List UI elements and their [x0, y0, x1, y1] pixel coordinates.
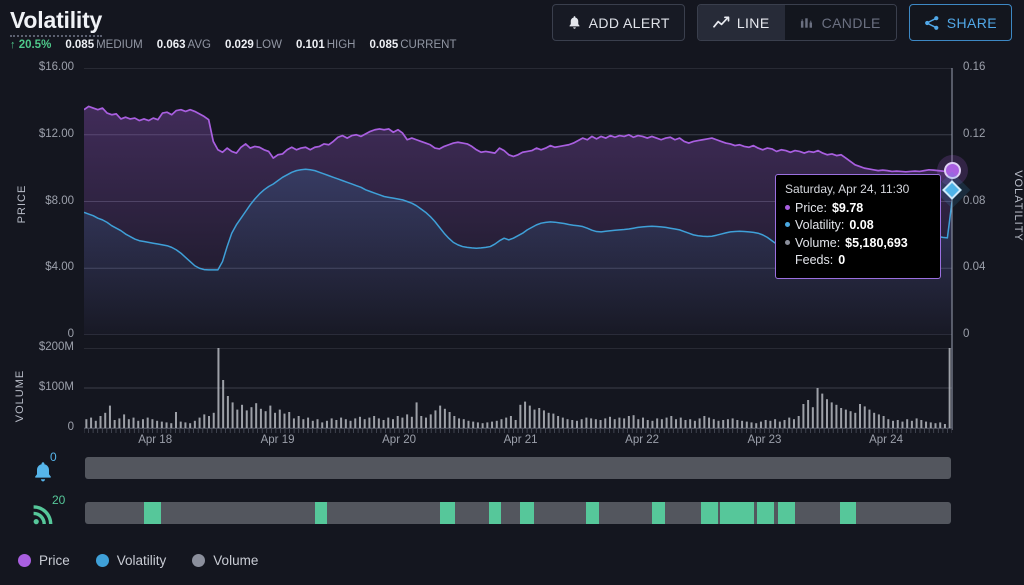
candle-chart-label: CANDLE — [821, 14, 881, 31]
legend-color-dot — [192, 554, 206, 567]
bell-icon — [567, 15, 582, 31]
x-axis-ruler — [84, 428, 952, 433]
tooltip-row: Price: $9.78 — [785, 200, 931, 218]
chart-type-toggle: LINE CANDLE — [696, 4, 897, 41]
feed-marker[interactable] — [777, 502, 796, 524]
feed-marker[interactable] — [143, 502, 162, 524]
feed-marker[interactable] — [519, 502, 535, 524]
title-block: Volatility — [10, 6, 102, 37]
feed-marker[interactable] — [757, 502, 775, 524]
tooltip-series-dot — [785, 239, 790, 245]
alerts-strip-row: 0 — [0, 450, 951, 486]
feeds-count-badge: 20 — [52, 493, 66, 507]
feed-marker[interactable] — [719, 502, 755, 524]
share-icon — [924, 15, 940, 31]
tooltip-row: Volatility: 0.08 — [785, 217, 931, 235]
tooltip-series-dot — [785, 222, 790, 227]
feeds-strip-icon-wrap[interactable]: 20 — [0, 493, 65, 531]
feeds-strip-row: 20 — [0, 493, 951, 531]
feed-marker[interactable] — [652, 502, 666, 524]
alerts-count-badge: 0 — [50, 450, 57, 464]
feed-marker[interactable] — [840, 502, 856, 524]
candle-chart-icon — [800, 16, 815, 30]
add-alert-label: ADD ALERT — [588, 14, 670, 31]
chart-legend: Price Volatility Volume — [18, 553, 258, 568]
tooltip-date: Saturday, Apr 24, 11:30 — [785, 182, 910, 196]
share-button[interactable]: SHARE — [908, 4, 1012, 41]
tooltip-rows: Price: $9.78 Volatility: 0.08 Volume: $5,180,… — [785, 200, 931, 270]
alerts-timeline-strip[interactable] — [85, 457, 951, 479]
candle-chart-tab[interactable]: CANDLE — [784, 5, 896, 40]
feed-marker[interactable] — [585, 502, 600, 524]
tooltip-row: Volume: $5,180,693 — [785, 235, 931, 253]
stat-avg: 0.063 AVG — [156, 39, 211, 51]
page-title: Volatility — [10, 6, 102, 37]
price-cursor-marker — [944, 162, 961, 179]
line-chart-icon — [712, 15, 730, 30]
legend-color-dot — [95, 554, 109, 567]
stat-current: 0.085 CURRENT — [369, 39, 457, 51]
legend-item-volatility[interactable]: Volatility — [95, 553, 166, 568]
add-alert-button[interactable]: ADD ALERT — [551, 4, 685, 41]
chart-header: Volatility ↑ 20.5% 0.085 MEDIUM 0.063 AVG 0.0… — [0, 0, 1024, 56]
share-label: SHARE — [946, 14, 997, 31]
line-chart-tab[interactable]: LINE — [697, 5, 785, 40]
feeds-timeline-strip[interactable] — [85, 502, 951, 524]
hover-tooltip: Saturday, Apr 24, 11:30 Price: $9.78 Volat… — [775, 174, 941, 279]
feed-marker[interactable] — [488, 502, 501, 524]
stat-high: 0.101 HIGH — [295, 39, 356, 51]
header-actions: ADD ALERT LINE CANDLE SHARE — [551, 4, 1012, 41]
alerts-strip-icon-wrap[interactable]: 0 — [0, 450, 57, 486]
feed-marker[interactable] — [314, 502, 327, 524]
legend-item-volume[interactable]: Volume — [192, 553, 258, 568]
feed-marker[interactable] — [440, 502, 455, 524]
stat-low: 0.029 LOW — [224, 39, 282, 51]
stat-change: ↑ 20.5% — [10, 39, 52, 51]
tooltip-series-dot — [785, 204, 790, 210]
volatility-chart-app: Volatility ↑ 20.5% 0.085 MEDIUM 0.063 AVG 0.0… — [0, 0, 1024, 585]
legend-color-dot — [18, 554, 31, 567]
tooltip-row: Feeds: 0 — [795, 253, 846, 267]
up-arrow-icon: ↑ — [10, 39, 16, 51]
rss-icon — [33, 505, 53, 525]
stat-medium: 0.085 MEDIUM — [65, 39, 143, 51]
feed-marker[interactable] — [700, 502, 718, 524]
line-chart-label: LINE — [736, 14, 770, 31]
summary-stats: ↑ 20.5% 0.085 MEDIUM 0.063 AVG 0.029 LOW 0.101 H… — [10, 39, 456, 51]
legend-item-price[interactable]: Price — [18, 553, 70, 568]
